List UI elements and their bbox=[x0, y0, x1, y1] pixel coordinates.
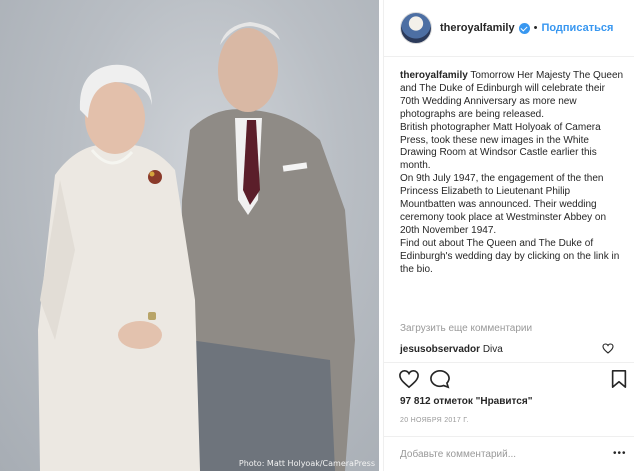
caption-username[interactable]: theroyalfamily bbox=[400, 70, 468, 81]
post-photo[interactable]: Photo: Matt Holyoak/CameraPress bbox=[0, 0, 379, 471]
comment-input[interactable] bbox=[400, 446, 600, 462]
post-sidebar: theroyalfamily • Подписаться theroyalfam… bbox=[383, 0, 634, 471]
heart-icon[interactable] bbox=[398, 369, 420, 389]
caption-paragraph: Find out about The Queen and The Duke of… bbox=[400, 237, 620, 275]
header-separator: • bbox=[533, 22, 538, 34]
comment-username[interactable]: jesusobservador bbox=[400, 344, 480, 355]
caption-paragraph: On 9th July 1947, the engagement of the … bbox=[400, 173, 607, 236]
comment-text: Diva bbox=[482, 344, 503, 355]
verified-badge-icon bbox=[518, 22, 530, 34]
action-bar bbox=[384, 362, 634, 395]
caption-paragraph: British photographer Matt Holyoak of Cam… bbox=[400, 121, 601, 172]
bookmark-icon[interactable] bbox=[610, 369, 628, 389]
photo-illustration bbox=[38, 22, 355, 471]
follow-button[interactable]: Подписаться bbox=[541, 22, 613, 34]
post-caption: theroyalfamily Tomorrow Her Majesty The … bbox=[400, 70, 626, 277]
likes-count[interactable]: 97 812 отметок "Нравится" bbox=[400, 396, 532, 407]
comment-form: ••• bbox=[384, 436, 634, 472]
avatar[interactable] bbox=[400, 12, 432, 44]
small-heart-icon[interactable] bbox=[602, 343, 614, 354]
post-header: theroyalfamily • Подписаться bbox=[384, 0, 634, 57]
post-date[interactable]: 20 НОЯБРЯ 2017 Г. bbox=[400, 417, 469, 424]
comment-bubble-icon[interactable] bbox=[429, 369, 451, 389]
header-username[interactable]: theroyalfamily bbox=[440, 22, 515, 34]
load-more-comments-link[interactable]: Загрузить еще комментарии bbox=[400, 323, 532, 334]
photo-credit: Photo: Matt Holyoak/CameraPress bbox=[238, 459, 375, 468]
caption-paragraph: theroyalfamily Tomorrow Her Majesty The … bbox=[400, 70, 626, 122]
comment-item: jesusobservador Diva bbox=[400, 344, 622, 355]
more-options-icon[interactable]: ••• bbox=[613, 448, 627, 459]
